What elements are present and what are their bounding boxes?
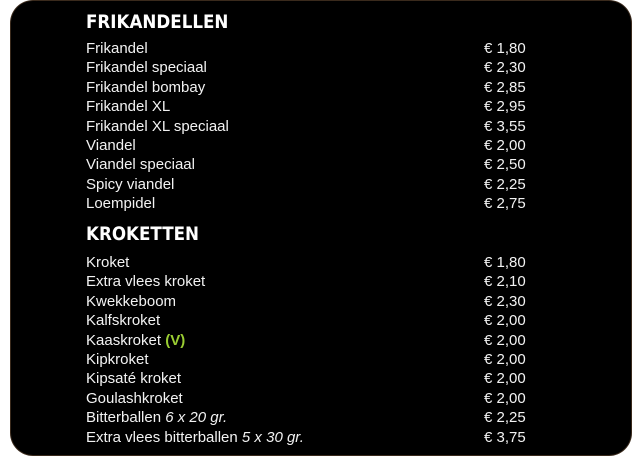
item-price: € 3,55 [484, 117, 526, 135]
item-name: Viandel speciaal [86, 156, 195, 174]
item-price: € 2,85 [484, 78, 526, 96]
item-price: € 3,75 [484, 428, 526, 446]
menu-item: Frikandel bombay € 2,85 [86, 78, 546, 97]
item-name: Kipkroket [86, 350, 149, 368]
menu-item: Kaaskroket (V) € 2,00 [86, 331, 546, 350]
item-price: € 2,10 [484, 273, 526, 291]
item-name: Frikandel [86, 40, 148, 57]
item-price: € 1,80 [484, 40, 526, 57]
menu-item: Loempidel € 2,75 [86, 194, 546, 213]
item-name: Extra vlees bitterballen [86, 428, 238, 446]
item-price: € 2,75 [484, 195, 526, 213]
menu-item: Frikandel € 1,80 [86, 39, 546, 58]
menu-item: Frikandel XL € 2,95 [86, 97, 546, 116]
menu-item: Frikandel speciaal € 2,30 [86, 58, 546, 77]
menu-item: Extra vlees kroket € 2,10 [86, 272, 546, 291]
item-name: Viandel [86, 136, 136, 154]
menu-item: Extra vlees bitterballen 5 x 30 gr. € 3,7… [86, 428, 546, 447]
menu-item: Kalfskroket € 2,00 [86, 311, 546, 330]
section-kroketten: KROKETTEN Kroket € 1,80 Extra vlees kroket… [86, 221, 546, 447]
item-name: Extra vlees kroket [86, 273, 206, 291]
item-name: Kalfskroket [86, 312, 161, 330]
menu-item: Kwekkeboom € 2,30 [86, 292, 546, 311]
section-frikandellen: FRIKANDELLEN Frikandel € 1,80 Frikandel sp… [86, 9, 546, 214]
item-price: € 2,00 [484, 370, 526, 388]
section-title: FRIKANDELLEN [86, 11, 229, 33]
section-title: KROKETTEN [86, 223, 200, 245]
item-note: 5 x 30 gr. [241, 428, 304, 446]
item-price: € 2,50 [484, 156, 526, 174]
item-price: € 2,95 [484, 98, 526, 116]
item-price: € 1,80 [484, 254, 526, 271]
menu-item: Kipsaté kroket € 2,00 [86, 369, 546, 388]
menu-item: Bitterballen 6 x 20 gr. € 2,25 [86, 408, 546, 427]
item-price: € 2,25 [484, 175, 526, 193]
item-name: Frikandel XL speciaal [86, 117, 229, 135]
item-name: Frikandel bombay [86, 78, 206, 96]
menu-item: Viandel speciaal € 2,50 [86, 155, 546, 174]
item-price: € 2,30 [484, 59, 526, 77]
item-name: Goulashkroket [86, 389, 183, 407]
menu-item: Frikandel XL speciaal € 3,55 [86, 117, 546, 136]
item-name: Frikandel speciaal [86, 59, 207, 77]
menu-item: Viandel € 2,00 [86, 136, 546, 155]
menu-item: Goulashkroket € 2,00 [86, 389, 546, 408]
item-name: Kroket [86, 254, 130, 271]
item-name: Frikandel XL [86, 98, 171, 116]
item-price: € 2,00 [484, 312, 526, 330]
item-price: € 2,00 [484, 389, 526, 407]
item-name: Kaaskroket [86, 331, 162, 349]
vegetarian-tag: (V) [165, 331, 186, 349]
item-name: Spicy viandel [86, 175, 175, 193]
item-name: Bitterballen [86, 409, 162, 427]
item-name: Loempidel [86, 195, 156, 213]
item-price: € 2,25 [484, 409, 526, 427]
item-name: Kipsaté kroket [86, 370, 182, 388]
item-note: 6 x 20 gr. [165, 409, 228, 427]
item-price: € 2,00 [484, 350, 526, 368]
item-price: € 2,30 [484, 292, 526, 310]
menu-item: Kroket € 1,80 [86, 253, 546, 272]
menu-item: Spicy viandel € 2,25 [86, 175, 546, 194]
item-price: € 2,00 [484, 136, 526, 154]
menu-item: Kipkroket € 2,00 [86, 350, 546, 369]
item-price: € 2,00 [484, 331, 526, 349]
item-name: Kwekkeboom [86, 292, 177, 310]
